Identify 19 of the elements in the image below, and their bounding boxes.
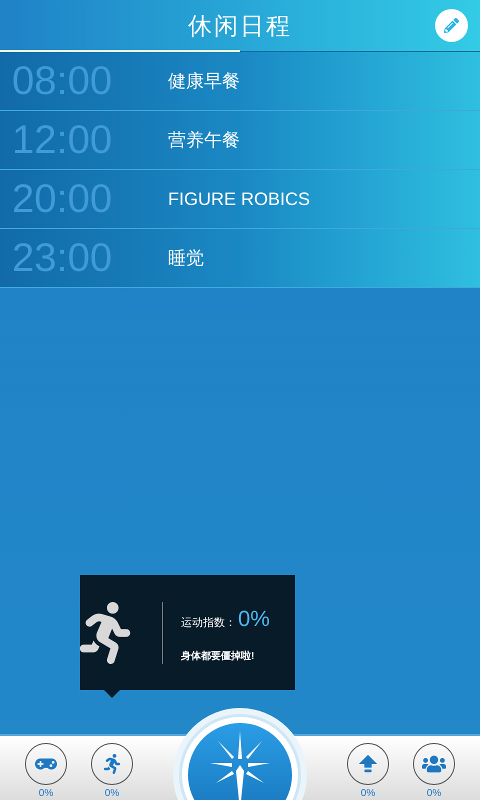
upload-icon (357, 753, 379, 775)
schedule-event: 睡觉 (168, 246, 204, 270)
header-title: 休闲日程 (188, 10, 292, 42)
schedule-event: 健康早餐 (168, 70, 240, 92)
pencil-icon (444, 18, 459, 33)
percent-reading: 0% (360, 789, 376, 799)
runner-icon (102, 754, 122, 774)
bottom-bar-button[interactable] (413, 743, 455, 785)
percent-reading: 0% (38, 789, 54, 799)
schedule-event: FIGURE ROBICS (168, 188, 310, 210)
tooltip-message: 身体都要僵掉啦! (181, 650, 256, 664)
bottom-bar-button[interactable] (91, 743, 133, 785)
percent-reading: 0% (426, 789, 442, 799)
exercise-index-value: 0% (238, 604, 270, 632)
bottom-bar-button[interactable] (25, 743, 67, 785)
percent-reading: 0% (104, 789, 120, 799)
bottom-bar-button[interactable] (347, 743, 389, 785)
schedule-event: 营养午餐 (168, 128, 240, 152)
exercise-index-label: 运动指数： (181, 616, 236, 630)
